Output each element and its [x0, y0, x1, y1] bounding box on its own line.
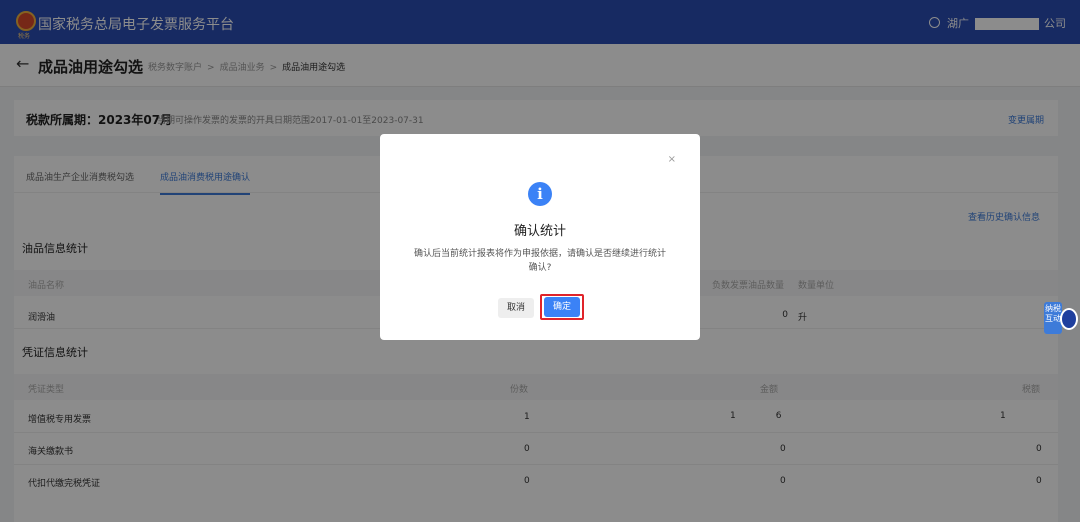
cancel-button[interactable]: 取消	[498, 298, 534, 318]
info-icon: i	[528, 182, 552, 206]
close-icon[interactable]: ×	[668, 154, 676, 165]
mascot-icon[interactable]: 纳税互动	[1040, 296, 1080, 342]
confirm-button[interactable]: 确定	[544, 297, 580, 317]
dialog-message: 确认后当前统计报表将作为申报依据，请确认是否继续进行统计确认?	[413, 249, 666, 273]
confirm-stat-dialog: × i 确认统计 确认后当前统计报表将作为申报依据，请确认是否继续进行统计确认?…	[380, 134, 700, 340]
dialog-title: 确认统计	[513, 224, 566, 239]
mascot-face	[1060, 308, 1078, 330]
ok-button-highlight: 确定	[540, 294, 584, 320]
